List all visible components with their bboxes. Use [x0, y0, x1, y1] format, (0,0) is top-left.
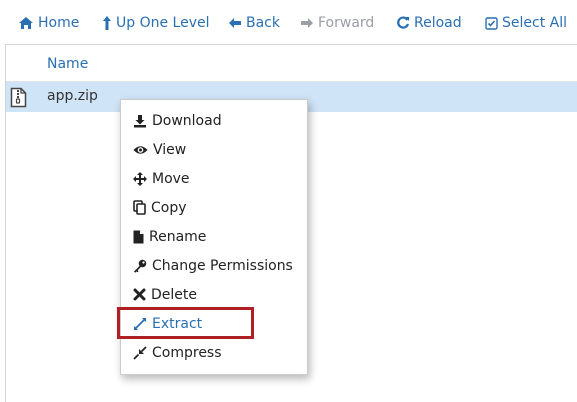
- back-label: Back: [246, 15, 280, 31]
- menu-item-label: Delete: [151, 286, 197, 303]
- reload-label: Reload: [414, 15, 462, 31]
- file-icon: [133, 230, 144, 243]
- reload-icon: [397, 16, 410, 29]
- download-icon: [134, 114, 146, 127]
- up-one-level-button[interactable]: Up One Level: [102, 12, 210, 34]
- menu-item-compress[interactable]: Compress: [121, 339, 307, 366]
- menu-item-move[interactable]: Move: [121, 165, 307, 192]
- zip-file-icon: [10, 87, 27, 112]
- up-one-level-label: Up One Level: [116, 15, 210, 31]
- select-all-label: Select All: [502, 15, 567, 31]
- menu-item-rename[interactable]: Rename: [121, 223, 307, 250]
- forward-label: Forward: [318, 15, 375, 31]
- x-icon: [133, 288, 146, 301]
- key-icon: [134, 259, 147, 273]
- menu-item-label: Download: [152, 112, 222, 129]
- move-arrows-icon: [133, 171, 147, 186]
- back-button[interactable]: Back: [228, 12, 280, 34]
- eye-icon: [133, 145, 148, 154]
- menu-item-view[interactable]: View: [121, 136, 307, 163]
- arrow-left-icon: [229, 18, 241, 28]
- file-manager-toolbar: Home Up One Level Back Forward Reload Se…: [0, 0, 577, 44]
- menu-item-download[interactable]: Download: [121, 107, 307, 134]
- menu-item-label: View: [153, 141, 187, 158]
- menu-item-delete[interactable]: Delete: [121, 281, 307, 308]
- home-button[interactable]: Home: [18, 12, 79, 34]
- home-label: Home: [38, 15, 80, 31]
- copy-icon: [133, 200, 146, 215]
- column-header-row: Name: [6, 45, 577, 82]
- compress-icon: [133, 345, 147, 360]
- menu-item-copy[interactable]: Copy: [121, 194, 307, 221]
- home-icon: [19, 17, 33, 29]
- arrow-right-icon: [301, 18, 313, 28]
- menu-item-label: Compress: [152, 344, 222, 361]
- reload-button[interactable]: Reload: [396, 12, 462, 34]
- check-square-icon: [485, 16, 498, 30]
- file-name: app.zip: [47, 88, 98, 104]
- extract-highlight-box: [117, 307, 254, 339]
- arrow-up-icon: [103, 16, 111, 30]
- menu-item-label: Rename: [149, 228, 207, 245]
- forward-button[interactable]: Forward: [300, 12, 374, 34]
- menu-item-label: Move: [152, 170, 190, 187]
- name-column-header[interactable]: Name: [47, 56, 88, 72]
- menu-item-change-permissions[interactable]: Change Permissions: [121, 252, 307, 279]
- select-all-button[interactable]: Select All: [485, 12, 567, 34]
- menu-item-label: Copy: [151, 199, 187, 216]
- menu-item-label: Change Permissions: [152, 257, 293, 274]
